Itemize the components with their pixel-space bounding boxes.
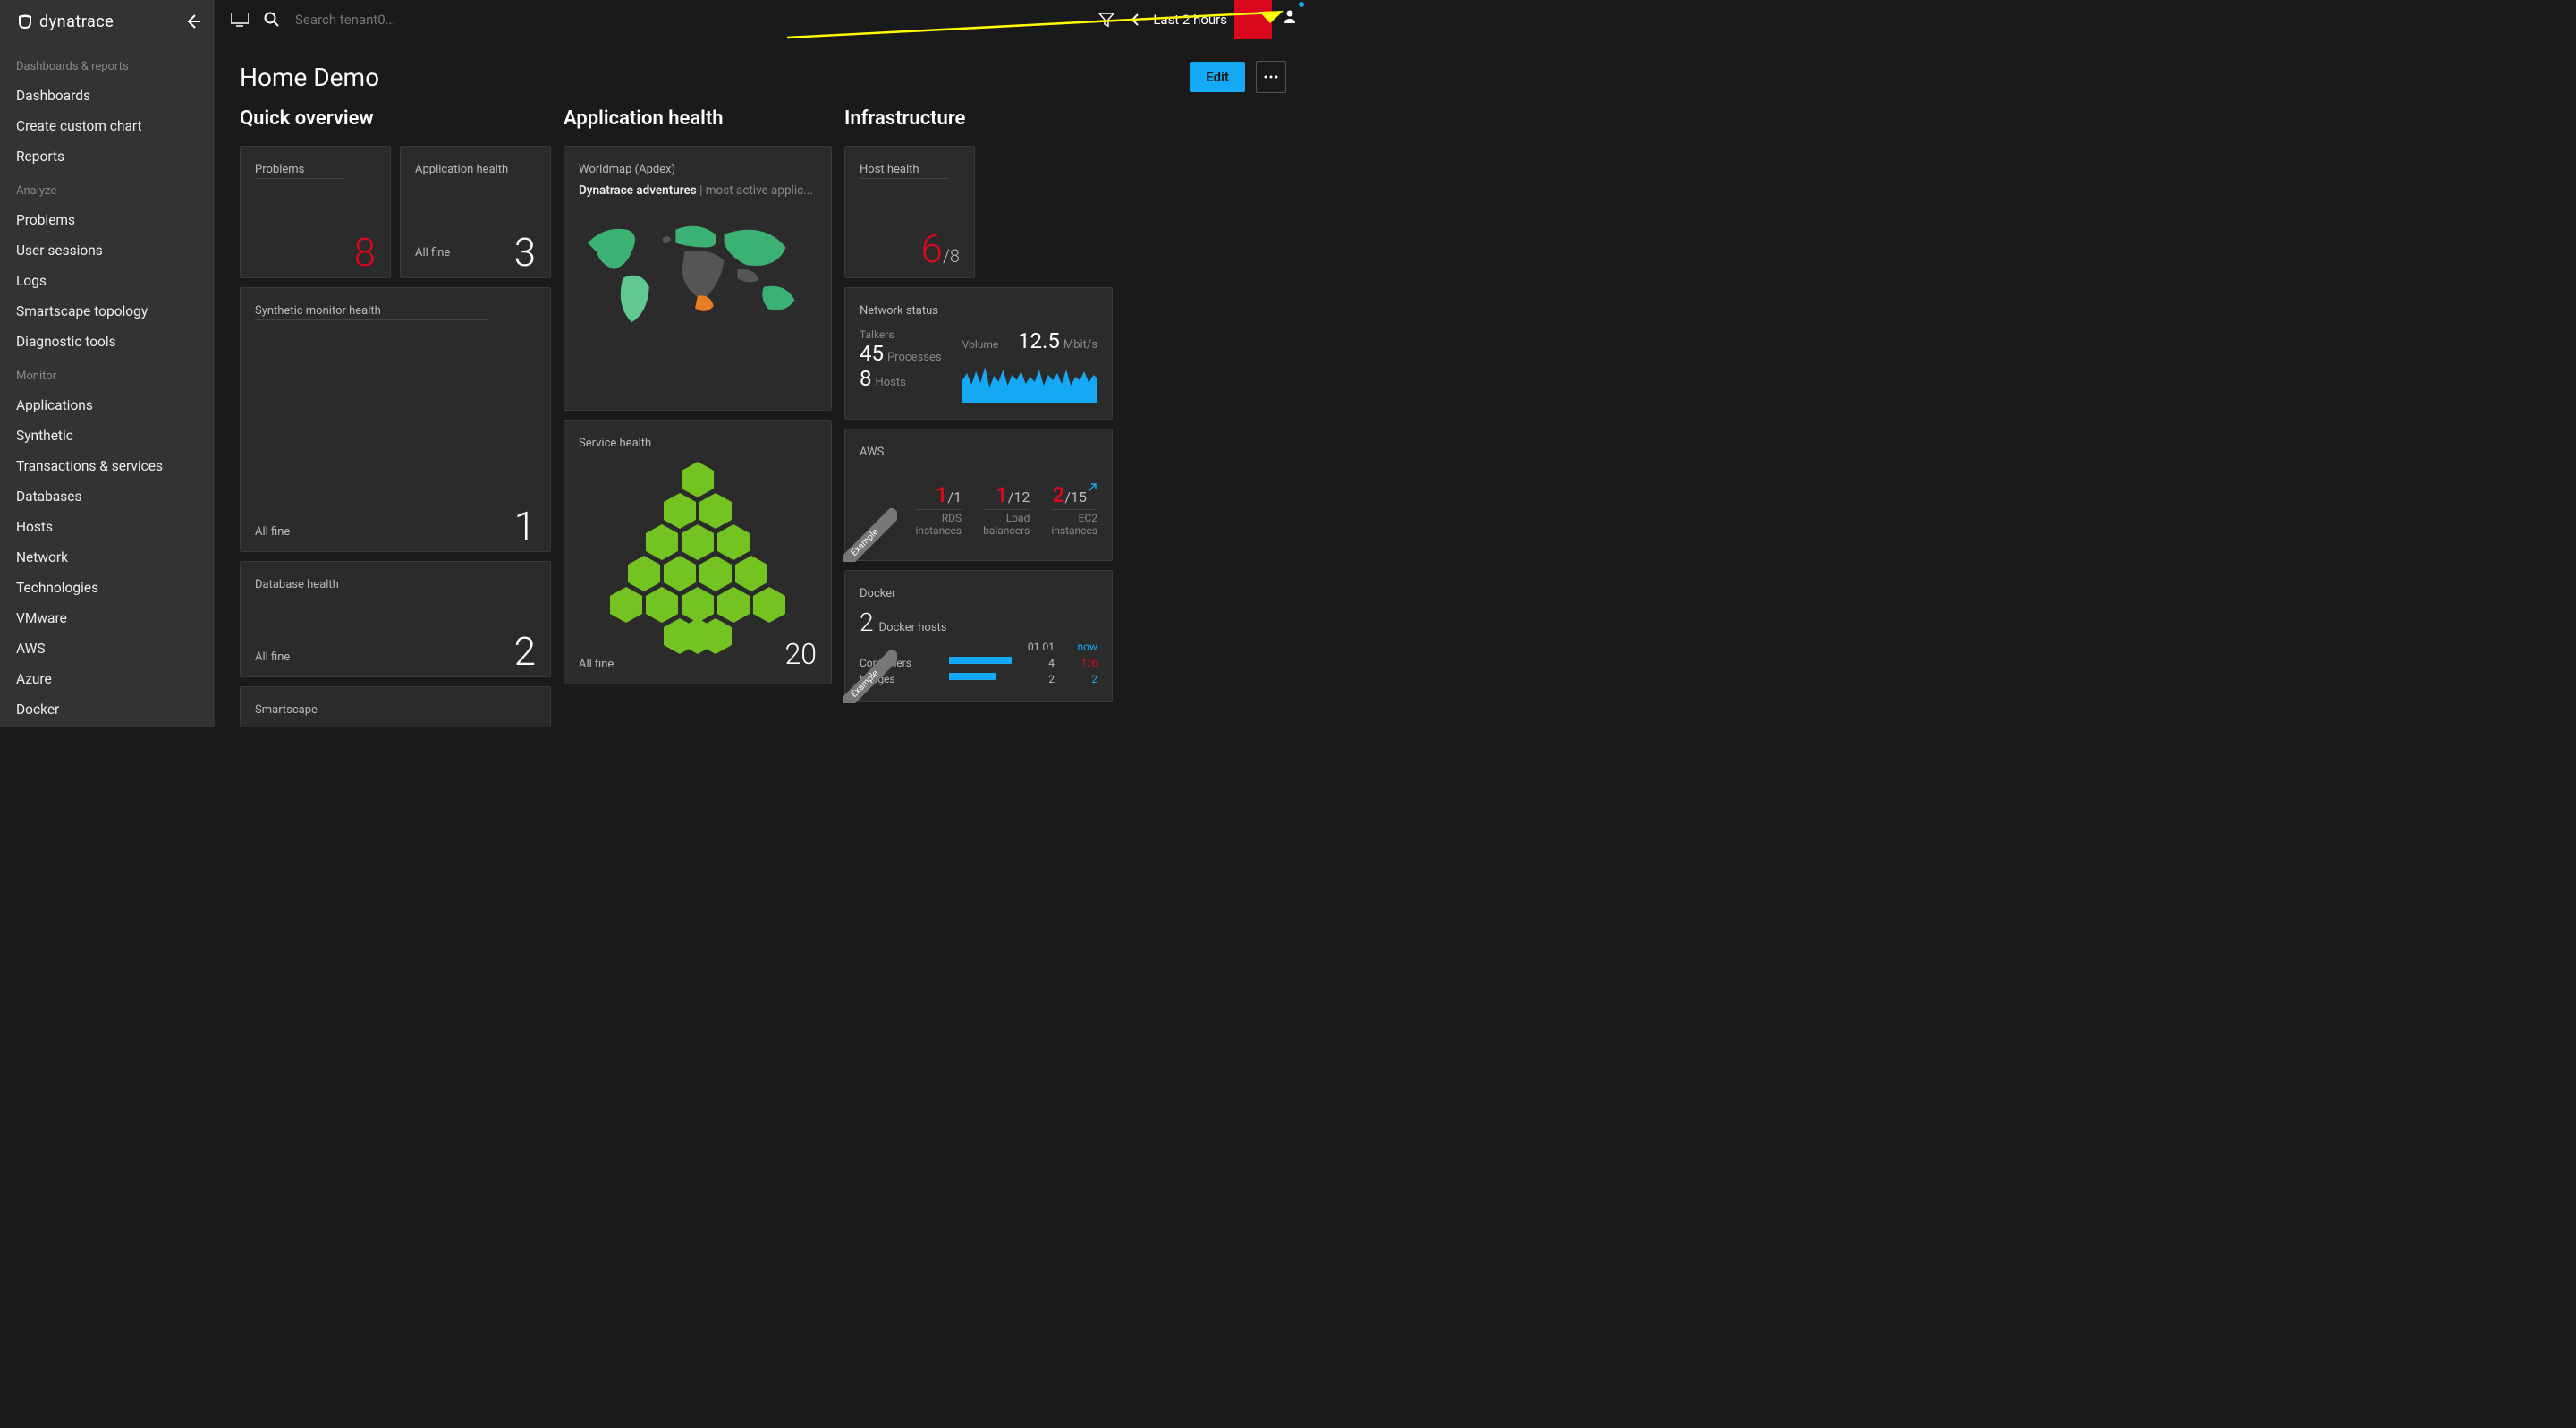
network-sparkline-icon — [962, 353, 1097, 403]
brand[interactable]: dynatrace — [0, 13, 215, 47]
sidebar-item-logs[interactable]: Logs — [0, 266, 215, 296]
synthetic-count: 1 — [514, 506, 536, 546]
sidebar-item-technologies[interactable]: Technologies — [0, 573, 215, 603]
notification-dot-icon — [1299, 2, 1304, 7]
tile-database[interactable]: Database health All fine 2 — [240, 561, 551, 677]
sidebar-item-dashboards[interactable]: Dashboards — [0, 81, 215, 111]
tile-title: Host health — [860, 163, 949, 179]
sidebar-item-docker[interactable]: Docker — [0, 694, 215, 725]
tile-apphealth-small[interactable]: Application health All fine 3 — [400, 146, 551, 278]
topbar: Last 2 hours — [215, 0, 1311, 39]
service-count: 20 — [785, 637, 818, 671]
timeframe-selector[interactable]: Last 2 hours — [1148, 12, 1233, 28]
page-title: Home Demo — [240, 63, 1190, 92]
sidebar-item-databases[interactable]: Databases — [0, 481, 215, 512]
tile-title: Synthetic monitor health — [255, 304, 487, 320]
tile-docker[interactable]: Docker 2Docker hosts 01.01now Containers… — [844, 570, 1113, 702]
tile-title: Docker — [860, 587, 949, 602]
sidebar-item-problems[interactable]: Problems — [0, 205, 215, 235]
sidebar-item-create-chart[interactable]: Create custom chart — [0, 111, 215, 141]
sidebar-item-vmware[interactable]: VMware — [0, 603, 215, 633]
tile-title: Service health — [579, 437, 668, 452]
user-menu-button[interactable] — [1277, 4, 1302, 29]
hexgrid-icon — [595, 457, 801, 654]
column-title-quick: Quick overview — [240, 107, 551, 130]
tile-status: All fine — [415, 246, 450, 259]
aws-lb: 1/12 Loadbalancers — [983, 482, 1030, 537]
column-title-apphealth: Application health — [564, 107, 832, 130]
tile-title: Smartscape — [255, 703, 344, 718]
timeframe-prev[interactable] — [1123, 7, 1148, 32]
main-content: Home Demo Edit Quick overview Problems 8… — [215, 39, 1311, 727]
worldmap-subtitle: Dynatrace adventures | most active appli… — [579, 183, 817, 198]
filter-icon[interactable] — [1090, 4, 1123, 36]
sidebar-item-diagnostic[interactable]: Diagnostic tools — [0, 327, 215, 357]
sidebar-item-reports[interactable]: Reports — [0, 141, 215, 172]
tile-problems[interactable]: Problems 8 — [240, 146, 391, 278]
sidebar-item-azure[interactable]: Azure — [0, 664, 215, 694]
search-input[interactable] — [295, 12, 456, 28]
external-link-icon — [1087, 482, 1097, 493]
tile-title: Worldmap (Apdex) — [579, 163, 675, 178]
tile-host-health[interactable]: Host health 6/8 — [844, 146, 975, 278]
sidebar-item-synthetic[interactable]: Synthetic — [0, 421, 215, 451]
edit-button[interactable]: Edit — [1190, 62, 1245, 92]
tile-service-health[interactable]: Service health — [564, 420, 832, 684]
ellipsis-icon — [1264, 75, 1278, 79]
sidebar-item-transactions[interactable]: Transactions & services — [0, 451, 215, 481]
volume-label: Volume — [962, 338, 999, 351]
tile-title: Database health — [255, 578, 344, 593]
sidebar-item-aws[interactable]: AWS — [0, 633, 215, 664]
sidebar-item-user-sessions[interactable]: User sessions — [0, 235, 215, 266]
tile-smartscape[interactable]: Smartscape — [240, 686, 551, 727]
tile-worldmap[interactable]: Worldmap (Apdex) Dynatrace adventures | … — [564, 146, 832, 411]
docker-hosts-count: 2 — [860, 608, 874, 637]
docker-table: 01.01now Containers41/6 Images22 — [860, 641, 1097, 685]
tile-title: Problems — [255, 163, 344, 179]
tile-network-status[interactable]: Network status Talkers 45Processes 8Host… — [844, 287, 1113, 420]
sidebar-group-title: Dashboards & reports — [0, 47, 215, 81]
aws-rds: 1/1 RDSinstances — [915, 482, 962, 537]
sidebar-item-smartscape[interactable]: Smartscape topology — [0, 296, 215, 327]
sidebar-item-applications[interactable]: Applications — [0, 390, 215, 421]
aws-ec2: 2/15 EC2instances — [1051, 482, 1097, 537]
sidebar-item-network[interactable]: Network — [0, 542, 215, 573]
sidebar-group-title: Monitor — [0, 357, 215, 390]
database-count: 2 — [514, 632, 536, 671]
talkers-label: Talkers — [860, 328, 942, 341]
search-icon[interactable] — [256, 4, 288, 36]
tile-status: All fine — [255, 650, 290, 664]
column-title-infra: Infrastructure — [844, 107, 1113, 130]
sidebar: dynatrace Dashboards & reports Dashboard… — [0, 0, 215, 727]
apphealth-count: 3 — [514, 233, 536, 272]
worldmap-icon — [579, 198, 817, 350]
service-status: All fine — [579, 658, 614, 671]
hosts-value: 8 — [860, 366, 872, 391]
tile-title: Application health — [415, 163, 508, 178]
brand-text: dynatrace — [39, 13, 114, 31]
tile-synthetic[interactable]: Synthetic monitor health All fine 1 — [240, 287, 551, 552]
problems-count: 8 — [354, 233, 376, 272]
monitor-icon[interactable] — [224, 4, 256, 36]
sidebar-item-hosts[interactable]: Hosts — [0, 512, 215, 542]
more-actions-button[interactable] — [1256, 61, 1286, 93]
sidebar-collapse-button[interactable] — [184, 13, 202, 34]
talkers-value: 45 — [860, 341, 884, 366]
volume-value: 12.5 — [1018, 328, 1060, 353]
tile-status: All fine — [255, 525, 290, 539]
hosthealth-count: 6/8 — [921, 229, 960, 268]
alert-indicator[interactable] — [1234, 0, 1272, 39]
brand-logo-icon — [16, 13, 34, 31]
tile-title: Network status — [860, 304, 949, 319]
tile-title: AWS — [860, 446, 949, 461]
tile-aws[interactable]: AWS 1/1 RDSinstances 1/12 Loadbalancers … — [844, 429, 1113, 561]
sidebar-group-title: Analyze — [0, 172, 215, 205]
